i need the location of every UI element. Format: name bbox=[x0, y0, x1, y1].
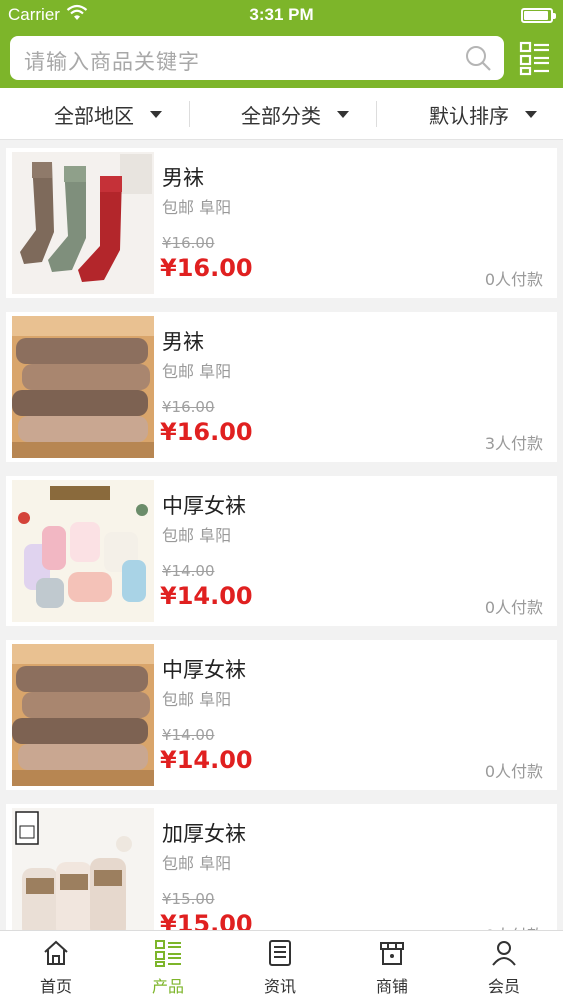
tab-member-label: 会员 bbox=[487, 977, 520, 996]
tab-shop-label: 商铺 bbox=[375, 977, 408, 996]
home-icon bbox=[44, 940, 68, 965]
product-title: 男袜 bbox=[162, 330, 204, 354]
product-thumbnail[interactable] bbox=[12, 808, 154, 950]
filter-bar: 全部地区 全部分类 默认排序 bbox=[0, 88, 563, 140]
product-thumbnail[interactable] bbox=[12, 480, 154, 622]
product-card[interactable]: 男袜 包邮 阜阳 ¥16.00 ¥16.00 0人付款 bbox=[6, 148, 557, 298]
dropdown-arrow-icon bbox=[525, 110, 537, 118]
paid-count: 3人付款 bbox=[484, 434, 543, 453]
status-bar: Carrier 3:31 PM bbox=[0, 0, 563, 30]
divider bbox=[376, 101, 377, 127]
filter-sort[interactable]: 默认排序 bbox=[429, 88, 537, 140]
product-list-icon bbox=[155, 940, 181, 967]
product-location: 包邮 阜阳 bbox=[162, 526, 232, 545]
news-icon bbox=[269, 940, 291, 966]
paid-count: 0人付款 bbox=[484, 762, 543, 781]
clock: 3:31 PM bbox=[249, 5, 314, 24]
search-icon[interactable] bbox=[464, 44, 492, 72]
original-price: ¥14.00 bbox=[162, 562, 215, 580]
filter-region-label: 全部地区 bbox=[54, 103, 134, 128]
dropdown-arrow-icon bbox=[337, 110, 349, 118]
tab-products[interactable]: 产品 bbox=[112, 931, 224, 1000]
product-thumbnail[interactable] bbox=[12, 316, 154, 458]
paid-count: 0人付款 bbox=[484, 598, 543, 617]
product-title: 加厚女袜 bbox=[162, 822, 246, 846]
product-thumbnail[interactable] bbox=[12, 152, 154, 294]
original-price: ¥14.00 bbox=[162, 726, 215, 744]
original-price: ¥15.00 bbox=[162, 890, 215, 908]
member-icon bbox=[492, 941, 516, 966]
product-location: 包邮 阜阳 bbox=[162, 362, 232, 381]
tab-home-label: 首页 bbox=[39, 977, 72, 996]
app-header: Carrier 3:31 PM 请输入商品关键字 bbox=[0, 0, 563, 88]
product-card[interactable]: 中厚女袜 包邮 阜阳 ¥14.00 ¥14.00 0人付款 bbox=[6, 640, 557, 790]
filter-region[interactable]: 全部地区 bbox=[54, 88, 162, 140]
product-thumbnail[interactable] bbox=[12, 644, 154, 786]
shop-icon bbox=[380, 942, 404, 965]
filter-category[interactable]: 全部分类 bbox=[241, 88, 349, 140]
product-title: 中厚女袜 bbox=[162, 658, 246, 682]
product-location: 包邮 阜阳 bbox=[162, 854, 232, 873]
tab-news-label: 资讯 bbox=[263, 977, 296, 996]
product-price: ¥16.00 bbox=[160, 418, 253, 446]
bottom-tab-bar: 首页 产品 资讯 商铺 会员 bbox=[0, 930, 563, 1000]
product-price: ¥16.00 bbox=[160, 254, 253, 282]
filter-category-label: 全部分类 bbox=[241, 103, 321, 128]
dropdown-arrow-icon bbox=[150, 110, 162, 118]
battery-icon bbox=[521, 8, 556, 23]
product-title: 中厚女袜 bbox=[162, 494, 246, 518]
original-price: ¥16.00 bbox=[162, 234, 215, 252]
paid-count: 0人付款 bbox=[484, 270, 543, 289]
tab-home[interactable]: 首页 bbox=[0, 931, 112, 1000]
product-card[interactable]: 男袜 包邮 阜阳 ¥16.00 ¥16.00 3人付款 bbox=[6, 312, 557, 462]
original-price: ¥16.00 bbox=[162, 398, 215, 416]
product-card[interactable]: 中厚女袜 包邮 阜阳 ¥14.00 ¥14.00 0人付款 bbox=[6, 476, 557, 626]
tab-news[interactable]: 资讯 bbox=[224, 931, 336, 1000]
list-view-icon[interactable] bbox=[519, 40, 551, 76]
product-title: 男袜 bbox=[162, 166, 204, 190]
product-price: ¥14.00 bbox=[160, 582, 253, 610]
filter-sort-label: 默认排序 bbox=[429, 103, 509, 128]
product-location: 包邮 阜阳 bbox=[162, 690, 232, 709]
search-placeholder: 请输入商品关键字 bbox=[24, 50, 200, 74]
search-input[interactable]: 请输入商品关键字 bbox=[10, 36, 504, 80]
divider bbox=[189, 101, 190, 127]
tab-shop[interactable]: 商铺 bbox=[336, 931, 448, 1000]
product-price: ¥14.00 bbox=[160, 746, 253, 774]
tab-products-label: 产品 bbox=[151, 977, 184, 996]
product-location: 包邮 阜阳 bbox=[162, 198, 232, 217]
tab-member[interactable]: 会员 bbox=[448, 931, 560, 1000]
